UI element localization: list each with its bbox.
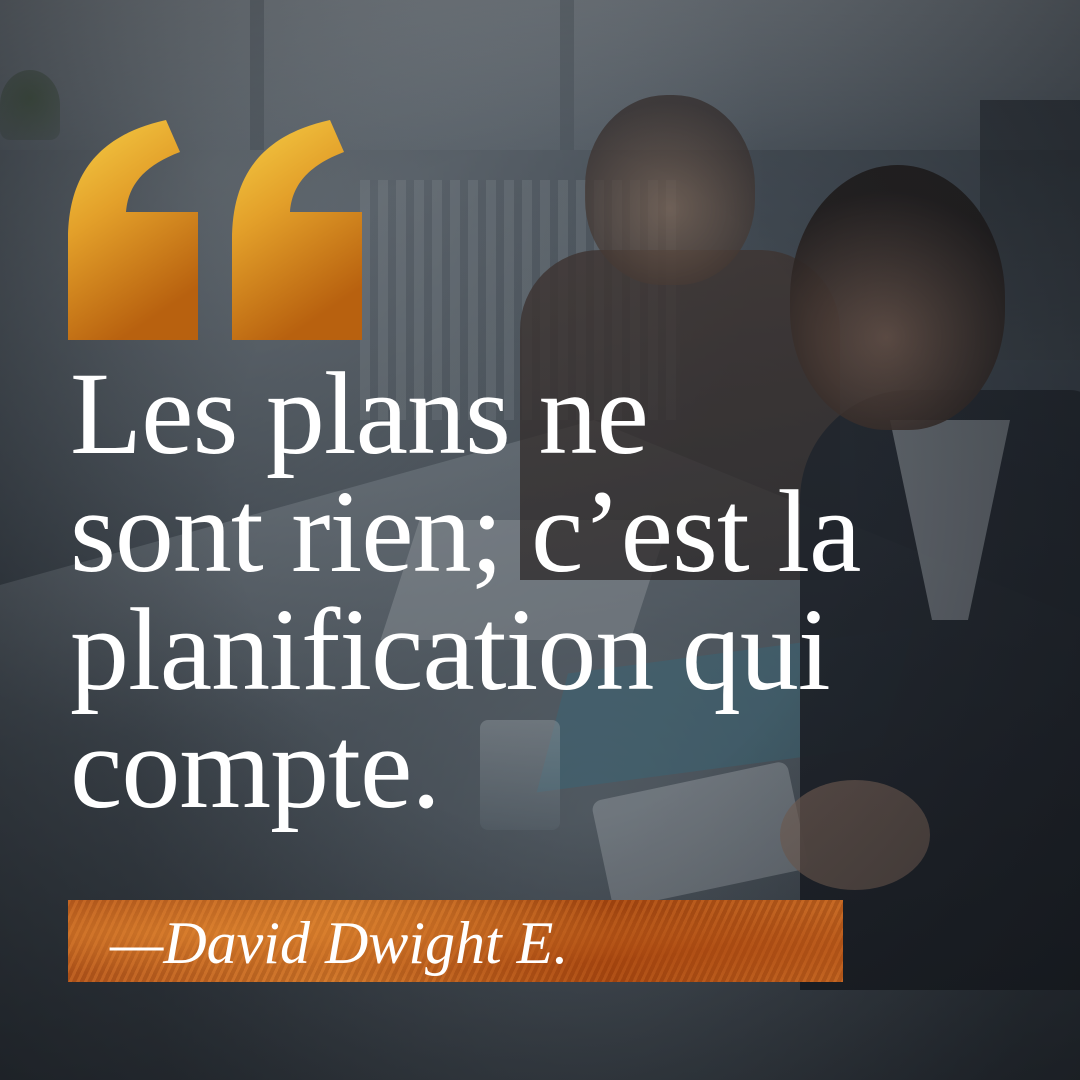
quote-text: Les plans ne sont rien; c’est la planifi… (70, 355, 1060, 827)
opening-quotation-mark-icon (68, 120, 362, 340)
quote-card: Les plans ne sont rien; c’est la planifi… (0, 0, 1080, 1080)
quote-line: Les plans ne (70, 348, 649, 479)
quote-line: compte. (70, 702, 441, 833)
author-name: —David Dwight E. (110, 910, 569, 976)
quote-line: planification qui (70, 584, 831, 715)
quote-line: sont rien; c’est la (70, 466, 861, 597)
